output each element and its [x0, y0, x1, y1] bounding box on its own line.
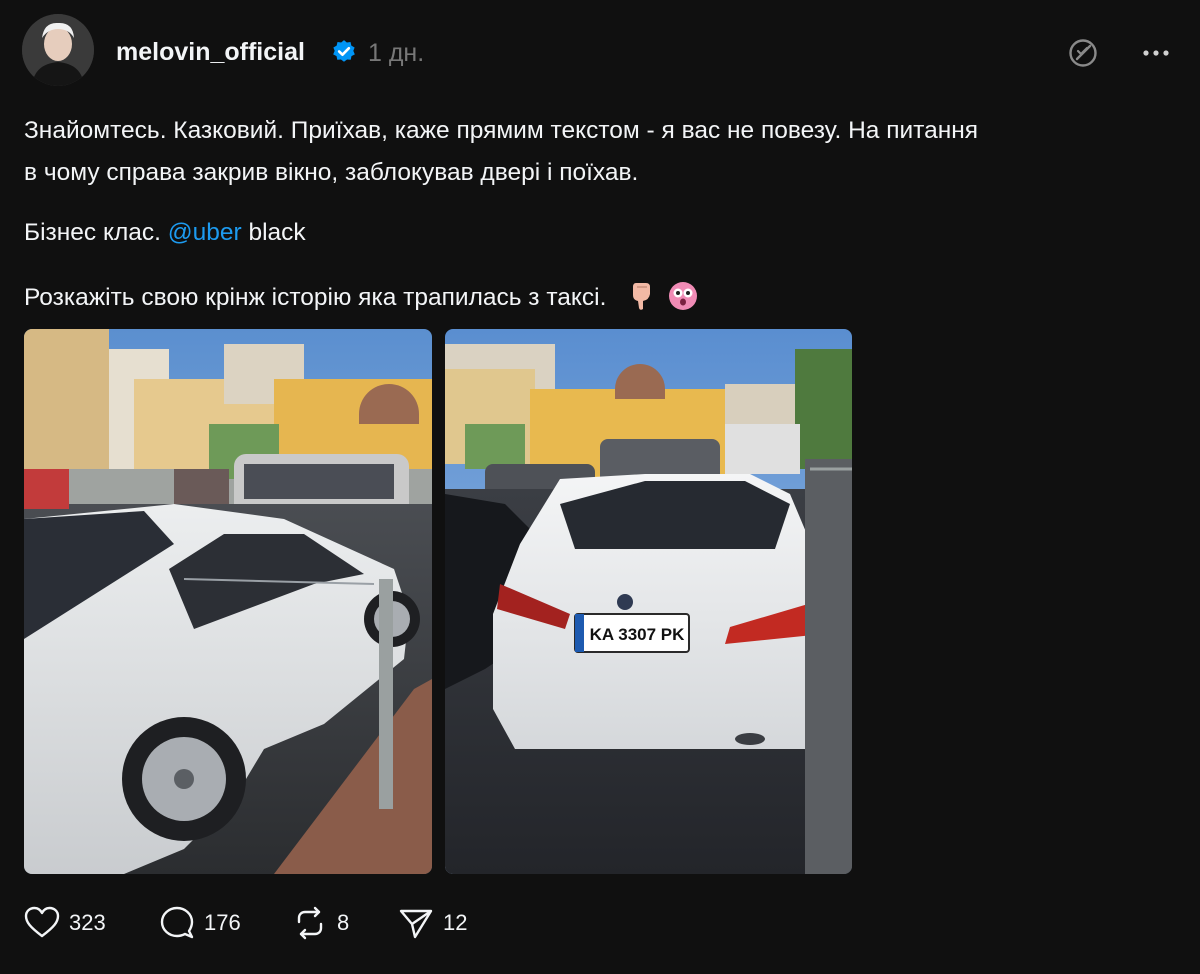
repost-icon	[297, 906, 323, 940]
like-count: 323	[69, 910, 106, 935]
pointing-down-emoji-icon	[633, 283, 651, 310]
heart-icon	[24, 906, 60, 938]
thread-post: melovin_official 1 дн. Знайомтесь. Казко…	[0, 0, 1200, 974]
license-plate-text: KA 3307 PK	[590, 625, 686, 644]
verified-badge-icon	[333, 40, 355, 62]
repost-circle-icon[interactable]	[1066, 36, 1100, 70]
post-text-black: black	[241, 219, 306, 246]
author-avatar[interactable]	[22, 14, 94, 86]
post-text-line-2: в чому справа закрив вікно, заблокував д…	[24, 159, 639, 186]
share-count: 12	[443, 910, 468, 935]
post-text-line-1: Знайомтесь. Казковий. Приїхав, каже прям…	[24, 117, 979, 144]
repost-count: 8	[337, 910, 350, 935]
uber-mention-link[interactable]: @uber	[168, 219, 242, 246]
post-text-question: Розкажіть свою крінж історію яка трапила…	[24, 284, 607, 311]
post-actions: 323 176 8 12	[24, 900, 624, 946]
post-text-line-3: Бізнес клас. @uber black	[24, 219, 306, 247]
author-username[interactable]: melovin_official	[116, 38, 305, 67]
more-options-icon[interactable]	[1136, 36, 1176, 70]
share-button[interactable]: 12	[398, 900, 467, 946]
post-photo-2[interactable]: KA 3307 PK	[445, 329, 852, 874]
post-timestamp: 1 дн.	[368, 39, 425, 67]
shocked-face-emoji-icon	[668, 282, 697, 310]
like-button[interactable]: 323	[24, 900, 106, 946]
repost-button[interactable]: 8	[292, 900, 349, 946]
reply-count: 176	[204, 910, 241, 935]
post-text-line-4: Розкажіть свою крінж історію яка трапила…	[24, 280, 699, 312]
reply-button[interactable]: 176	[159, 900, 241, 946]
post-text-business: Бізнес клас.	[24, 219, 168, 246]
send-icon	[399, 909, 433, 939]
post-header: melovin_official 1 дн.	[22, 14, 1182, 90]
post-photo-1[interactable]	[24, 329, 432, 874]
comment-bubble-icon	[160, 906, 194, 939]
